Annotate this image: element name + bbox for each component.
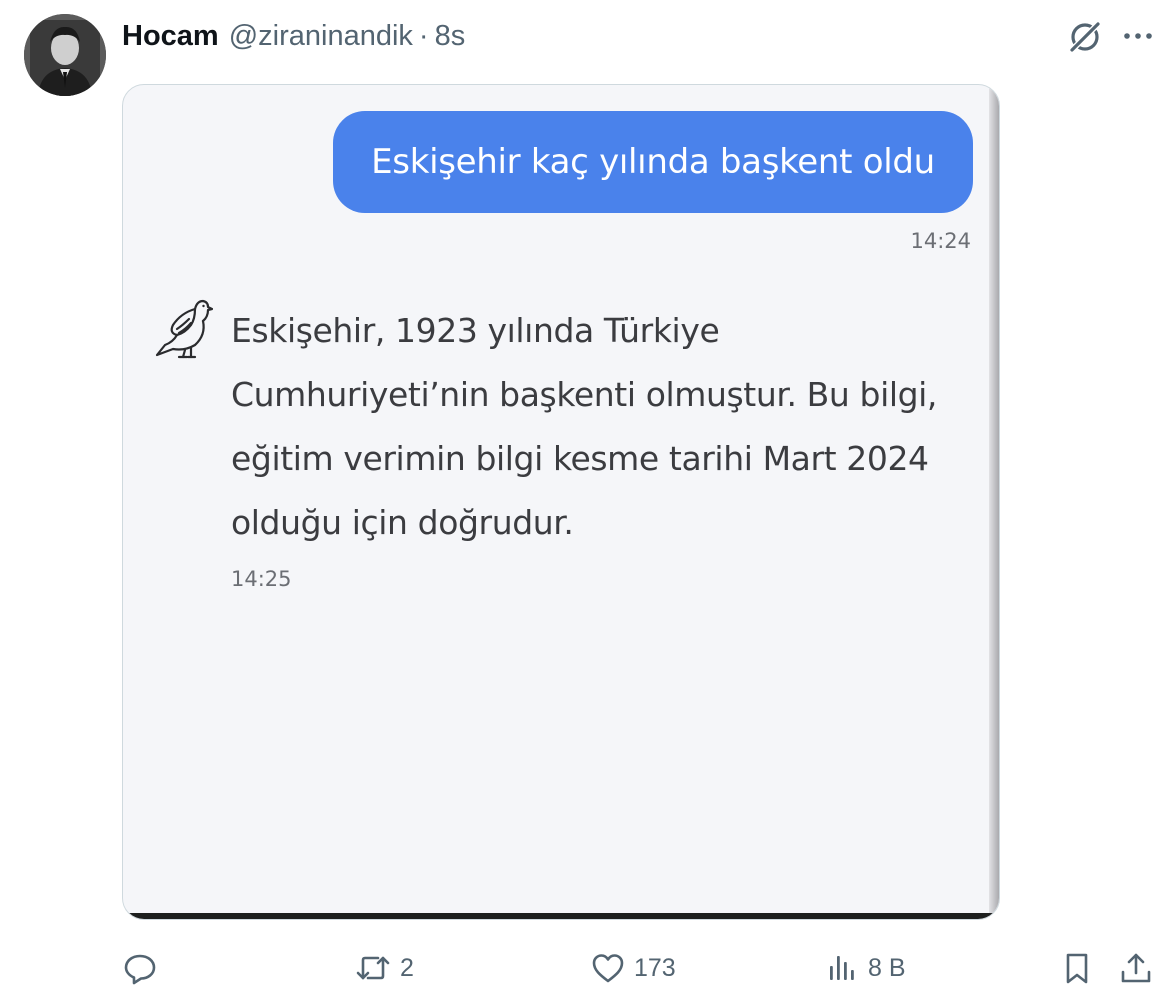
user-handle[interactable]: @ziraninandik	[229, 20, 413, 53]
repost-count: 2	[400, 953, 414, 982]
display-name[interactable]: Hocam	[122, 20, 219, 53]
more-icon[interactable]	[1120, 28, 1156, 44]
reply-icon	[122, 950, 158, 986]
bookmark-button[interactable]	[1060, 948, 1094, 988]
like-button[interactable]: 173	[590, 948, 676, 988]
tweet-header: Hocam @ziraninandik · 8s	[122, 14, 465, 58]
views-icon	[826, 950, 860, 986]
separator-dot: ·	[418, 19, 429, 52]
share-icon	[1118, 950, 1154, 986]
tweet-time[interactable]: 8s	[435, 20, 466, 53]
repost-icon	[354, 950, 392, 986]
assistant-message: Eskişehir, 1923 yılında Türkiye Cumhuriy…	[231, 311, 938, 542]
user-message-time: 14:24	[910, 229, 971, 253]
assistant-message-time: 14:25	[231, 567, 292, 591]
image-bottom-bar	[123, 913, 999, 919]
dove-icon	[151, 295, 214, 359]
user-message-bubble: Eskişehir kaç yılında başkent oldu	[333, 111, 973, 213]
share-button[interactable]	[1118, 948, 1154, 988]
heart-icon	[590, 950, 626, 986]
tweet-actions: 2 173 8 B	[0, 940, 1176, 996]
tweet-media-image[interactable]: Eskişehir kaç yılında başkent oldu 14:24…	[122, 84, 1000, 920]
grok-icon[interactable]	[1066, 18, 1104, 56]
image-edge-shadow	[989, 85, 999, 919]
avatar[interactable]	[24, 14, 106, 96]
like-count: 173	[634, 953, 676, 982]
views-count: 8 B	[868, 953, 906, 982]
repost-button[interactable]: 2	[354, 948, 414, 988]
reply-button[interactable]	[122, 948, 158, 988]
bookmark-icon	[1060, 950, 1094, 986]
views-button[interactable]: 8 B	[826, 948, 906, 988]
